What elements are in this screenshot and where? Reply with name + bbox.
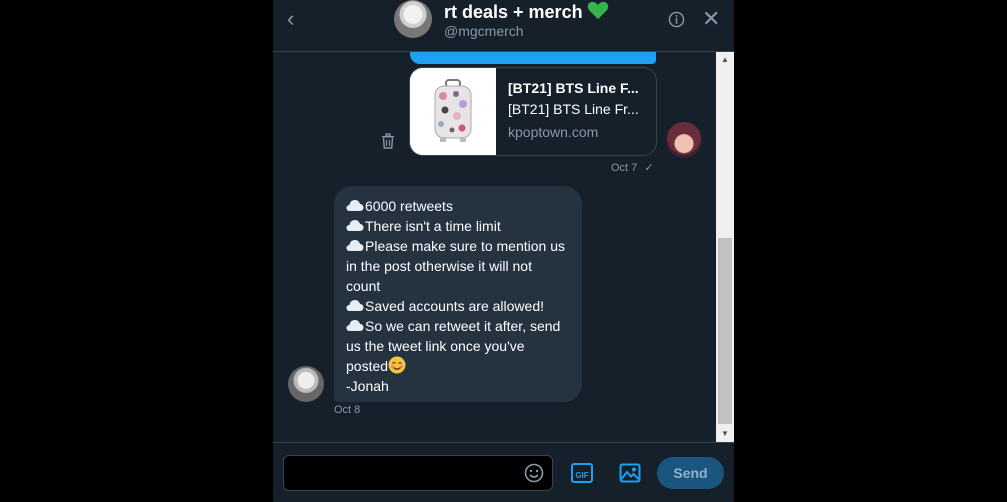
emoji-icon[interactable] — [524, 463, 544, 483]
conversation-handle[interactable]: @mgcmerch — [444, 23, 524, 39]
message-input[interactable] — [292, 464, 521, 484]
cloud-icon — [346, 200, 364, 211]
message-line-text: 6000 retweets — [365, 198, 453, 214]
message-line: Saved accounts are allowed! — [346, 296, 565, 316]
green-heart-icon — [587, 1, 608, 20]
incoming-message-text: 6000 retweets There isn't a time limit P… — [346, 196, 565, 396]
close-icon[interactable]: ✕ — [702, 8, 720, 30]
smiling-face-icon — [388, 356, 406, 374]
conversation-title[interactable]: rt deals + merch — [444, 0, 609, 23]
message-line-text: posted — [346, 358, 389, 374]
conversation-header: ‹ rt deals + merch @mgcmerch ✕ — [273, 0, 734, 52]
direct-message-panel: ‹ rt deals + merch @mgcmerch ✕ [BT21] BT… — [273, 0, 734, 502]
recipient-avatar[interactable] — [288, 366, 324, 402]
gif-icon[interactable]: GIF — [571, 463, 593, 483]
back-chevron-icon[interactable]: ‹ — [287, 8, 307, 30]
link-preview-description: [BT21] BTS Line Fr... — [508, 101, 639, 117]
message-composer: GIF Send — [273, 442, 734, 502]
trash-icon[interactable] — [381, 133, 395, 149]
cloud-icon — [346, 300, 364, 311]
message-line: 6000 retweets — [346, 196, 565, 216]
message-line-text: Saved accounts are allowed! — [365, 298, 544, 314]
conversation-avatar[interactable] — [394, 0, 432, 38]
link-preview-card[interactable]: [BT21] BTS Line F... [BT21] BTS Line Fr.… — [409, 67, 657, 156]
message-line: -Jonah — [346, 378, 389, 394]
incoming-message-bubble: 6000 retweets There isn't a time limit P… — [334, 186, 582, 402]
message-line: count — [346, 278, 381, 294]
conversation-title-text: rt deals + merch — [444, 2, 583, 22]
cloud-icon — [346, 320, 364, 331]
scrollbar-thumb[interactable] — [718, 238, 732, 424]
outgoing-timestamp: Oct 7 — [611, 162, 638, 174]
message-line: posted — [346, 356, 565, 376]
outgoing-message-meta: Oct 7 ✓ — [611, 161, 654, 174]
message-line: There isn't a time limit — [346, 216, 565, 236]
gif-label: GIF — [575, 471, 589, 480]
link-preview-body: [BT21] BTS Line F... [BT21] BTS Line Fr.… — [508, 78, 648, 144]
read-check-icon: ✓ — [644, 162, 654, 174]
message-line: So we can retweet it after, send — [346, 316, 565, 336]
cloud-icon — [346, 220, 364, 231]
sender-avatar[interactable] — [666, 122, 702, 158]
send-button[interactable]: Send — [657, 457, 724, 489]
outgoing-message-bubble — [410, 52, 656, 64]
message-line: us the tweet link once you've — [346, 338, 525, 354]
backpack-thumbnail — [410, 68, 496, 155]
scroll-down-arrow-icon[interactable]: ▼ — [716, 426, 734, 442]
cloud-icon — [346, 240, 364, 251]
message-line-text: Please make sure to mention us — [365, 238, 565, 254]
message-input-box[interactable] — [283, 455, 553, 491]
message-line: Please make sure to mention us — [346, 236, 565, 256]
message-list[interactable]: [BT21] BTS Line F... [BT21] BTS Line Fr.… — [273, 52, 716, 442]
incoming-timestamp: Oct 8 — [334, 404, 361, 416]
info-icon[interactable] — [668, 11, 685, 28]
link-preview-title: [BT21] BTS Line F... — [508, 80, 639, 96]
link-preview-domain: kpoptown.com — [508, 124, 599, 140]
message-line: in the post otherwise it will not — [346, 258, 532, 274]
scroll-up-arrow-icon[interactable]: ▲ — [716, 52, 734, 68]
message-line-text: There isn't a time limit — [365, 218, 501, 234]
image-icon[interactable] — [619, 462, 641, 484]
message-line-text: So we can retweet it after, send — [365, 318, 561, 334]
message-scrollbar[interactable]: ▲ ▼ — [716, 52, 734, 442]
